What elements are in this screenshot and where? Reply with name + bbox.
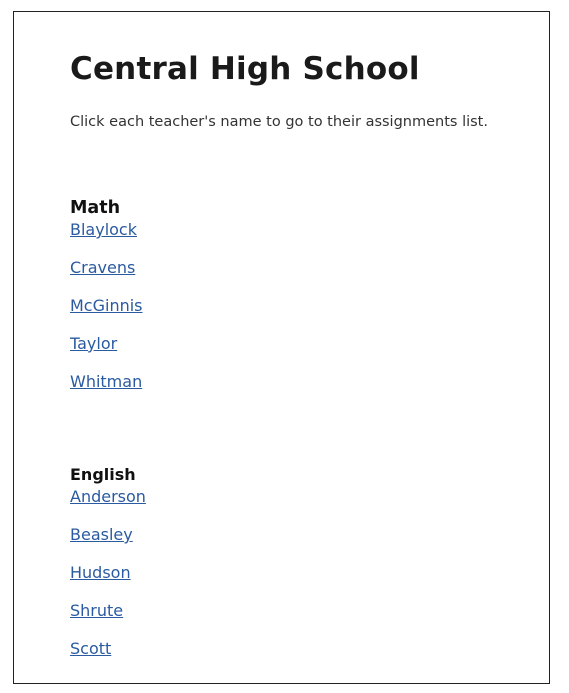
teacher-list-english: Anderson Beasley Hudson Shrute Scott	[70, 486, 529, 676]
list-item: Scott	[70, 638, 529, 676]
department-section-math: Math Blaylock Cravens McGinnis Taylor Wh…	[70, 197, 529, 409]
teacher-link-shrute[interactable]: Shrute	[70, 601, 123, 620]
list-item: Anderson	[70, 486, 529, 524]
page-instructions: Click each teacher's name to go to their…	[70, 114, 488, 130]
department-section-english: English Anderson Beasley Hudson Shrute S…	[70, 464, 529, 676]
department-heading-english: English	[70, 465, 136, 484]
list-item: Cravens	[70, 257, 529, 295]
teacher-link-scott[interactable]: Scott	[70, 639, 111, 658]
teacher-link-beasley[interactable]: Beasley	[70, 525, 133, 544]
teacher-list-math: Blaylock Cravens McGinnis Taylor Whitman	[70, 219, 529, 409]
list-item: Beasley	[70, 524, 529, 562]
list-item: Taylor	[70, 333, 529, 371]
teacher-link-blaylock[interactable]: Blaylock	[70, 220, 137, 239]
teacher-link-cravens[interactable]: Cravens	[70, 258, 135, 277]
list-item: Hudson	[70, 562, 529, 600]
list-item: Blaylock	[70, 219, 529, 257]
teacher-link-anderson[interactable]: Anderson	[70, 487, 146, 506]
page-frame: Central High School Click each teacher's…	[13, 11, 550, 684]
teacher-link-taylor[interactable]: Taylor	[70, 334, 117, 353]
teacher-link-whitman[interactable]: Whitman	[70, 372, 142, 391]
page-content: Central High School Click each teacher's…	[70, 48, 529, 676]
teacher-link-hudson[interactable]: Hudson	[70, 563, 131, 582]
list-item: Whitman	[70, 371, 529, 409]
list-item: Shrute	[70, 600, 529, 638]
teacher-link-mcginnis[interactable]: McGinnis	[70, 296, 143, 315]
page-title: Central High School	[70, 51, 420, 87]
department-heading-math: Math	[70, 198, 121, 218]
list-item: McGinnis	[70, 295, 529, 333]
